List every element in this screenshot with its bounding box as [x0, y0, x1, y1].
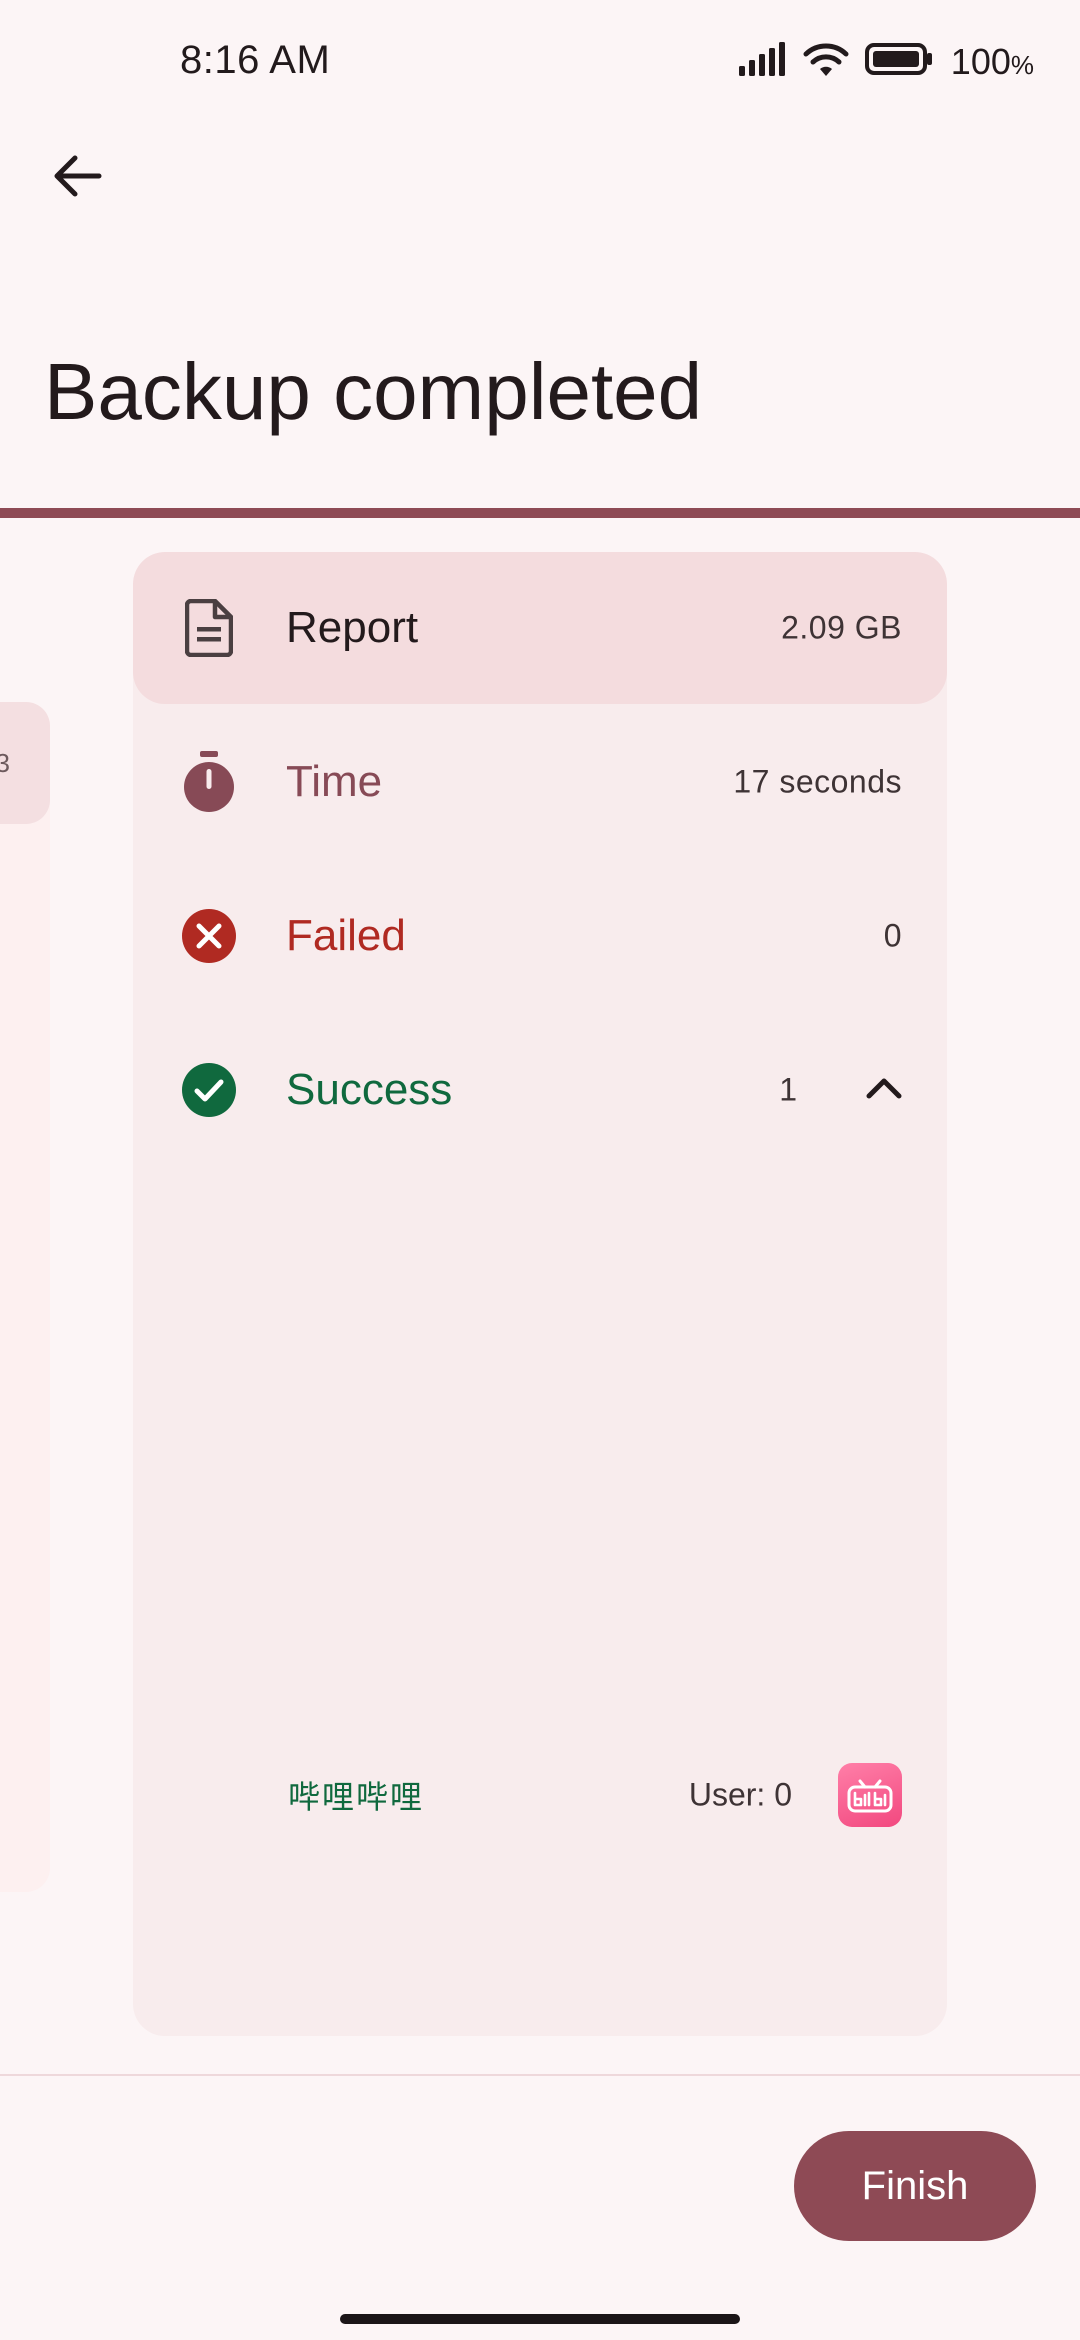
status-icons: 100% [737, 40, 1034, 83]
page-title: Backup completed [44, 347, 703, 436]
error-circle-icon [179, 906, 239, 966]
status-bar: 8:16 AM 100% [0, 0, 1080, 124]
bottom-divider [0, 2074, 1080, 2076]
success-count: 1 [779, 1071, 797, 1108]
battery-text: 100% [951, 41, 1034, 83]
document-icon [179, 598, 239, 658]
battery-unit: % [1010, 49, 1034, 80]
report-card: Report 2.09 GB Time 17 seconds Failed 0 [133, 552, 947, 2036]
check-circle-icon [179, 1060, 239, 1120]
home-indicator[interactable] [340, 2314, 740, 2324]
previous-page-card-header: 3 [0, 702, 50, 824]
battery-icon [864, 42, 933, 81]
success-label: Success [286, 1065, 453, 1114]
status-time: 8:16 AM [180, 38, 331, 82]
app-user: User: 0 [688, 1776, 792, 1813]
report-label: Report [286, 603, 419, 652]
previous-page-card[interactable]: 3 [0, 702, 50, 1892]
app-list-item[interactable]: 哔哩哔哩 User: 0 [133, 1720, 947, 1870]
timer-icon [179, 751, 239, 812]
time-label: Time [286, 757, 383, 806]
failed-label: Failed [286, 911, 406, 960]
report-size: 2.09 GB [781, 609, 902, 646]
back-button[interactable] [40, 140, 116, 216]
failed-row: Failed 0 [133, 860, 947, 1012]
signal-icon [737, 42, 787, 81]
failed-count: 0 [883, 917, 902, 954]
bilibili-app-icon [838, 1763, 902, 1827]
arrow-back-icon [53, 154, 103, 203]
time-value: 17 seconds [733, 763, 902, 800]
title-divider [0, 508, 1080, 518]
report-row: Report 2.09 GB [133, 552, 947, 704]
app-name: 哔哩哔哩 [288, 1778, 425, 1816]
finish-button[interactable]: Finish [794, 2131, 1036, 2241]
collapse-button[interactable] [849, 1055, 919, 1125]
chevron-up-icon [866, 1077, 902, 1104]
wifi-icon [801, 40, 851, 83]
battery-percent: 100 [950, 40, 1011, 82]
time-row: Time 17 seconds [133, 706, 947, 858]
previous-page-card-value: 3 [0, 748, 10, 778]
success-row[interactable]: Success 1 [133, 1014, 947, 1166]
